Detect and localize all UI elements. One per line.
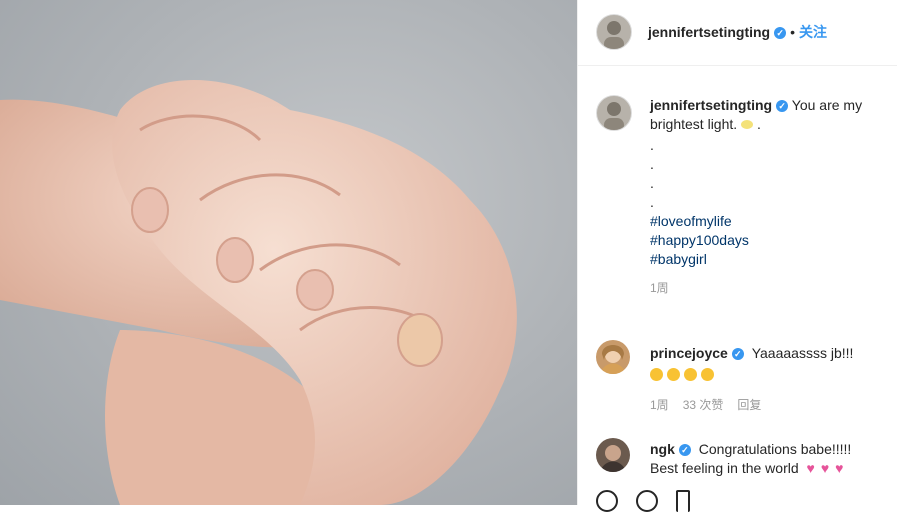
- commenter-username[interactable]: ngk: [650, 441, 675, 457]
- caption-dots: . . . .: [650, 136, 890, 212]
- like-heart-icon[interactable]: [596, 490, 618, 512]
- caption-username[interactable]: jennifertsetingting: [650, 97, 772, 113]
- post-photo[interactable]: [0, 0, 577, 505]
- caption-dot: .: [650, 156, 654, 172]
- heart-eyes-emoji-icon: [667, 368, 680, 381]
- separator-dot: •: [790, 24, 796, 40]
- sparkling-heart-icon: ♥: [806, 460, 815, 476]
- comment-bubble-icon[interactable]: [636, 490, 658, 512]
- commenter-avatar[interactable]: [596, 340, 630, 374]
- caption-dot: .: [650, 137, 654, 153]
- author-username[interactable]: jennifertsetingting: [648, 24, 770, 40]
- commenter-username[interactable]: princejoyce: [650, 345, 728, 361]
- comment-time[interactable]: 1周: [650, 398, 669, 412]
- comment: ngk ✓ Congratulations babe!!!!! Best feel…: [650, 440, 890, 478]
- post-view: jennifertsetingting ✓ • 关注 jennifertsetingt…: [0, 0, 897, 512]
- emoji-row: [650, 365, 890, 384]
- hashtag-link[interactable]: #happy100days: [650, 231, 890, 250]
- caption: jennifertsetingting ✓ You are my brightes…: [650, 96, 890, 298]
- verified-badge-icon: ✓: [731, 348, 744, 361]
- caption-avatar[interactable]: [596, 95, 632, 131]
- verified-badge-icon: ✓: [774, 26, 787, 39]
- comment: princejoyce ✓ Yaaaaassss jb!!! 1周 33 次赞 回复: [650, 344, 890, 415]
- hashtag-link[interactable]: #loveofmylife: [650, 212, 890, 231]
- comment-likes[interactable]: 33 次赞: [683, 398, 724, 412]
- comment-text: Yaaaaassss jb!!!: [751, 345, 854, 361]
- heart-eyes-emoji-icon: [650, 368, 663, 381]
- share-icon[interactable]: [676, 490, 690, 512]
- post-header: jennifertsetingting ✓ • 关注: [578, 0, 897, 66]
- header-line: jennifertsetingting ✓ • 关注: [648, 22, 827, 42]
- comment-text-line2: Best feeling in the world ♥ ♥ ♥: [650, 459, 890, 478]
- verified-badge-icon: ✓: [776, 100, 789, 113]
- caption-dot: .: [650, 175, 654, 191]
- lemon-emoji-icon: [741, 120, 754, 129]
- commenter-avatar[interactable]: [596, 438, 630, 472]
- caption-dot: .: [650, 194, 654, 210]
- comment-text: Congratulations babe!!!!!: [698, 441, 852, 457]
- post-side-panel: jennifertsetingting ✓ • 关注 jennifertsetingt…: [577, 0, 897, 512]
- heart-eyes-emoji-icon: [684, 368, 697, 381]
- reply-button[interactable]: 回复: [737, 398, 761, 412]
- follow-button[interactable]: 关注: [799, 24, 827, 40]
- sparkling-heart-icon: ♥: [820, 460, 830, 476]
- author-avatar[interactable]: [596, 14, 632, 50]
- hands-photo-image: [0, 80, 517, 505]
- comment-meta: 1周 33 次赞 回复: [650, 396, 890, 415]
- action-bar: [596, 490, 708, 517]
- sparkling-heart-icon: ♥: [835, 460, 844, 476]
- verified-badge-icon: ✓: [678, 444, 691, 457]
- hashtag-link[interactable]: #babygirl: [650, 250, 890, 269]
- caption-time[interactable]: 1周: [650, 279, 890, 298]
- comment-text-second-line: Best feeling in the world: [650, 460, 799, 476]
- heart-eyes-emoji-icon: [701, 368, 714, 381]
- caption-tail: .: [756, 116, 761, 132]
